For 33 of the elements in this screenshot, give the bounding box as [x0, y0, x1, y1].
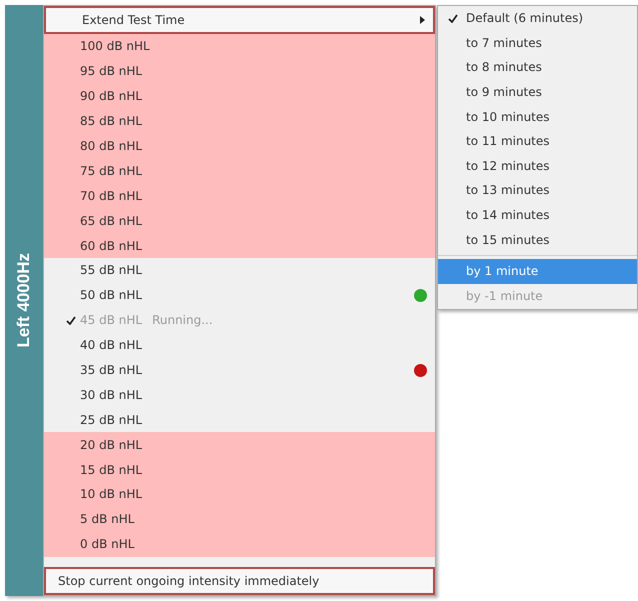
menu-item[interactable]: 100 dB nHL	[44, 34, 435, 59]
submenu-item[interactable]: to 14 minutes	[438, 202, 637, 228]
menu-item[interactable]: 95 dB nHL	[44, 58, 435, 84]
submenu-item[interactable]: to 15 minutes	[438, 227, 637, 252]
menu-item[interactable]: 5 dB nHL	[44, 506, 435, 532]
menu-item[interactable]: 30 dB nHL	[44, 382, 435, 408]
menu-item[interactable]: 85 dB nHL	[44, 108, 435, 134]
menu-item[interactable]: 65 dB nHL	[44, 208, 435, 234]
submenu-item[interactable]: to 8 minutes	[438, 55, 637, 80]
menu-item[interactable]: 25 dB nHL	[44, 407, 435, 432]
menu-item[interactable]: 80 dB nHL	[44, 134, 435, 158]
menu-item[interactable]: 70 dB nHL	[44, 183, 435, 208]
menu-item[interactable]: 10 dB nHL	[44, 482, 435, 507]
menu-item[interactable]: 20 dB nHL	[44, 432, 435, 458]
menu-item[interactable]: Stop current ongoing intensity immediately	[44, 567, 435, 595]
submenu-item[interactable]: Default (6 minutes)	[438, 6, 637, 31]
submenu-item[interactable]: to 7 minutes	[438, 30, 637, 56]
menu-item[interactable]: 0 dB nHL	[44, 532, 435, 557]
menu-item[interactable]: 50 dB nHL	[44, 282, 435, 308]
menu-item[interactable]: 55 dB nHL	[44, 258, 435, 283]
submenu-item[interactable]: to 9 minutes	[438, 80, 637, 104]
menu-item[interactable]: 90 dB nHL	[44, 84, 435, 109]
submenu-item[interactable]: to 10 minutes	[438, 104, 637, 129]
menu-item[interactable]: 60 dB nHL	[44, 233, 435, 258]
submenu-item[interactable]: to 12 minutes	[438, 154, 637, 178]
submenu-item[interactable]: to 11 minutes	[438, 128, 637, 154]
menu-item[interactable]: Extend Test Time	[44, 6, 435, 34]
menu-item[interactable]: 75 dB nHL	[44, 158, 435, 184]
submenu-item[interactable]: to 13 minutes	[438, 178, 637, 203]
menu-item[interactable]: 40 dB nHL	[44, 332, 435, 358]
menu-item[interactable]: 15 dB nHL	[44, 457, 435, 482]
side-label: Left 4000Hz	[13, 253, 34, 348]
menu-item[interactable]: 35 dB nHL	[44, 358, 435, 382]
